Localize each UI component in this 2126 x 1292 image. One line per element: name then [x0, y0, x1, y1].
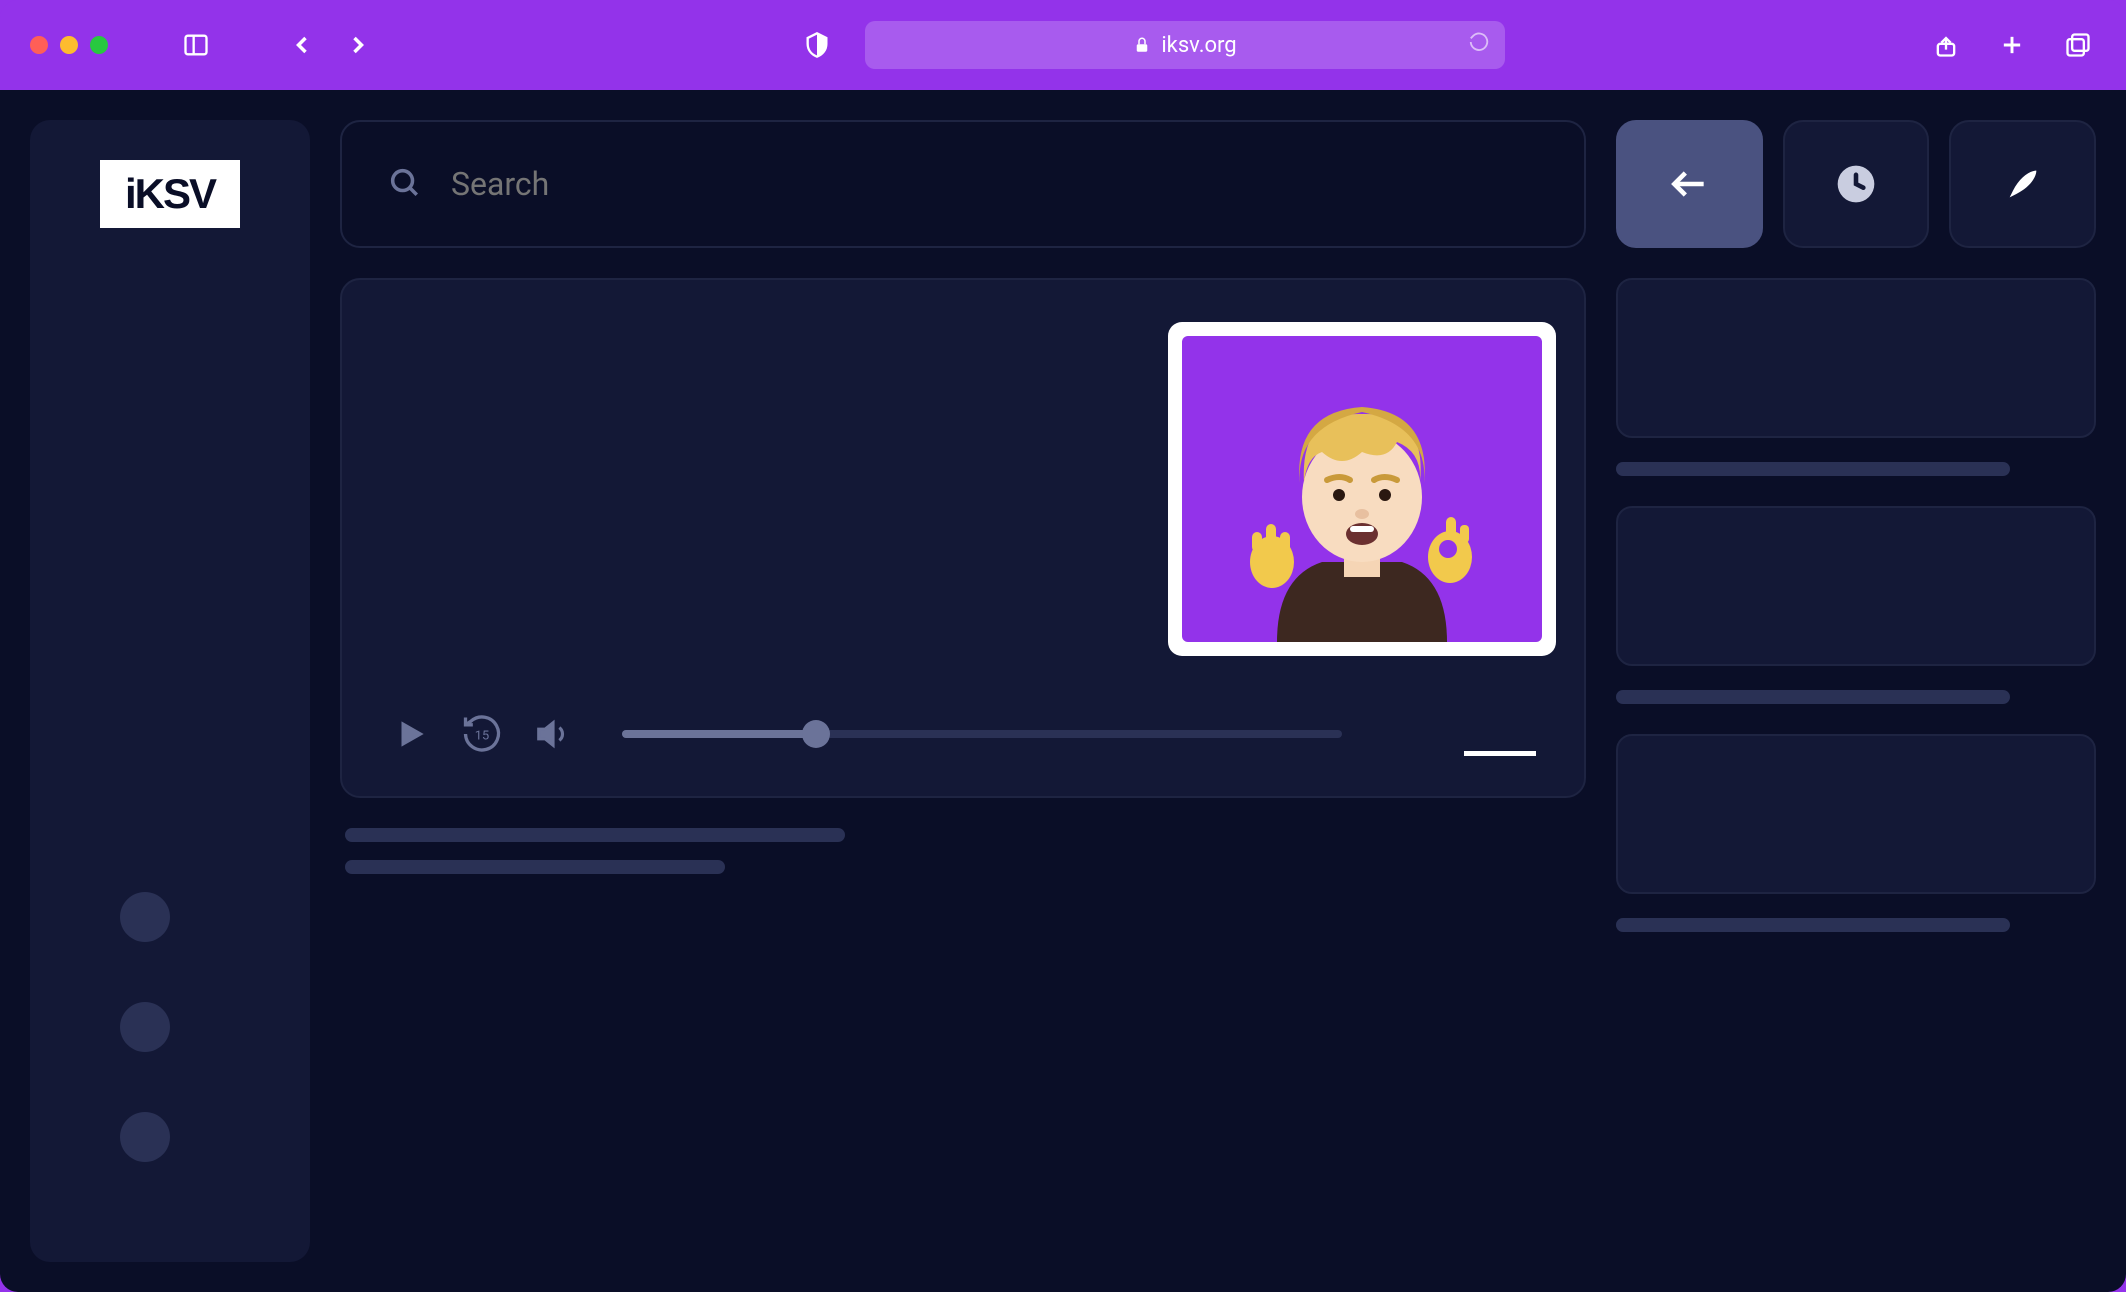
arrow-left-icon — [1667, 162, 1711, 206]
browser-toolbar: iksv.org — [0, 0, 2126, 90]
replay-button[interactable]: 15 — [460, 712, 504, 756]
skeleton-line — [1616, 918, 2010, 932]
side-card[interactable] — [1616, 278, 2096, 438]
center-column: 15 — [340, 120, 1586, 1262]
search-icon — [387, 165, 421, 203]
main-content: 15 — [340, 120, 2096, 1262]
compose-button[interactable] — [1949, 120, 2096, 248]
volume-icon — [534, 715, 572, 753]
play-button[interactable] — [392, 715, 430, 753]
search-bar[interactable] — [340, 120, 1586, 248]
progress-thumb[interactable] — [802, 720, 830, 748]
forward-button[interactable] — [340, 27, 376, 63]
right-column — [1616, 120, 2096, 1262]
sidebar-toggle-button[interactable] — [178, 27, 214, 63]
history-button[interactable] — [1783, 120, 1930, 248]
feather-icon — [2003, 164, 2043, 204]
play-icon — [392, 715, 430, 753]
skeleton-line — [1616, 690, 2010, 704]
window-controls — [30, 36, 108, 54]
volume-button[interactable] — [534, 715, 572, 753]
logo[interactable]: iKSV — [100, 160, 240, 228]
address-bar[interactable]: iksv.org — [865, 21, 1505, 69]
chevron-right-icon — [344, 31, 372, 59]
chevron-left-icon — [288, 31, 316, 59]
side-card[interactable] — [1616, 734, 2096, 894]
skeleton-line — [345, 860, 725, 874]
lock-icon — [1133, 36, 1151, 54]
new-tab-button[interactable] — [1994, 27, 2030, 63]
search-input[interactable] — [451, 165, 856, 203]
back-button[interactable] — [284, 27, 320, 63]
sidebar-nav — [60, 892, 280, 1222]
plus-icon — [1998, 31, 2026, 59]
video-controls: 15 — [372, 692, 1554, 766]
share-icon — [1932, 31, 1960, 59]
sidebar-item[interactable] — [120, 1002, 170, 1052]
sidebar-item[interactable] — [120, 1112, 170, 1162]
video-player: 15 — [340, 278, 1586, 798]
url-text: iksv.org — [1161, 33, 1236, 58]
side-section — [1616, 734, 2096, 932]
close-window-button[interactable] — [30, 36, 48, 54]
clock-icon — [1834, 162, 1878, 206]
side-section — [1616, 278, 2096, 476]
side-section — [1616, 506, 2096, 704]
signer-avatar-icon — [1222, 352, 1502, 642]
refresh-icon — [1468, 31, 1490, 53]
side-card[interactable] — [1616, 506, 2096, 666]
back-action-button[interactable] — [1616, 120, 1763, 248]
sign-language-overlay[interactable] — [1168, 322, 1556, 656]
svg-text:15: 15 — [475, 729, 489, 744]
privacy-shield-button[interactable] — [799, 27, 835, 63]
progress-fill — [622, 730, 816, 738]
video-accent-line — [1464, 751, 1536, 756]
sidebar: iKSV — [30, 120, 310, 1262]
sign-language-video — [1182, 336, 1542, 642]
refresh-button[interactable] — [1468, 31, 1490, 59]
minimize-window-button[interactable] — [60, 36, 78, 54]
logo-text: iKSV — [125, 170, 215, 218]
sidebar-icon — [182, 31, 210, 59]
sidebar-item[interactable] — [120, 892, 170, 942]
app-container: iKSV — [0, 90, 2126, 1292]
skeleton-line — [345, 828, 845, 842]
tabs-icon — [2064, 31, 2092, 59]
skeleton-line — [1616, 462, 2010, 476]
action-buttons — [1616, 120, 2096, 248]
share-button[interactable] — [1928, 27, 1964, 63]
progress-bar[interactable] — [622, 730, 1342, 738]
video-info — [340, 828, 1586, 874]
tabs-overview-button[interactable] — [2060, 27, 2096, 63]
maximize-window-button[interactable] — [90, 36, 108, 54]
replay-icon: 15 — [460, 712, 504, 756]
shield-icon — [803, 31, 831, 59]
